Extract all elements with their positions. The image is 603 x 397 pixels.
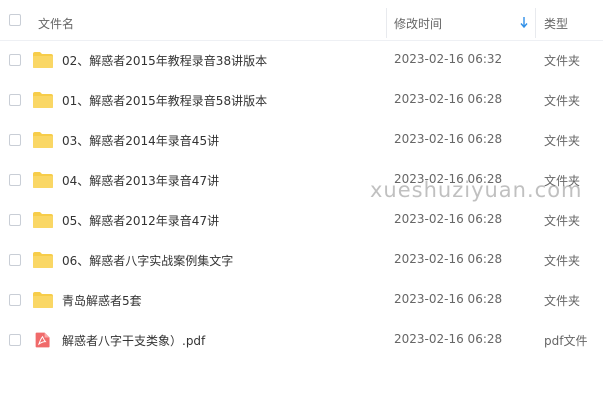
row-checkbox[interactable] — [9, 174, 21, 186]
column-header-type[interactable]: 类型 — [544, 15, 568, 32]
file-name[interactable]: 01、解惑者2015年教程录音58讲版本 — [62, 92, 267, 109]
file-type: 文件夹 — [544, 94, 581, 108]
file-row[interactable]: 青岛解惑者5套 2023-02-16 06:28 文件夹 — [0, 280, 603, 320]
list-header: 文件名 修改时间 类型 — [0, 0, 603, 41]
file-type: 文件夹 — [544, 294, 581, 308]
watermark-text: xueshuziyuan.com — [370, 178, 583, 202]
row-checkbox[interactable] — [9, 54, 21, 66]
row-checkbox[interactable] — [9, 94, 21, 106]
column-divider[interactable] — [535, 8, 536, 38]
modified-time: 2023-02-16 06:28 — [394, 132, 503, 146]
folder-icon — [33, 292, 53, 308]
file-row[interactable]: 03、解惑者2014年录音45讲 2023-02-16 06:28 文件夹 — [0, 120, 603, 160]
sort-descending-icon[interactable] — [519, 17, 529, 29]
modified-time: 2023-02-16 06:28 — [394, 292, 503, 306]
row-checkbox[interactable] — [9, 214, 21, 226]
file-name[interactable]: 02、解惑者2015年教程录音38讲版本 — [62, 52, 267, 69]
folder-icon — [33, 52, 53, 68]
file-name[interactable]: 解惑者八字干支类象）.pdf — [62, 332, 205, 349]
column-divider[interactable] — [386, 8, 387, 38]
file-name[interactable]: 05、解惑者2012年录音47讲 — [62, 212, 219, 229]
file-row[interactable]: 06、解惑者八字实战案例集文字 2023-02-16 06:28 文件夹 — [0, 240, 603, 280]
modified-time: 2023-02-16 06:32 — [394, 52, 503, 66]
folder-icon — [33, 92, 53, 108]
file-type: 文件夹 — [544, 254, 581, 268]
file-name[interactable]: 06、解惑者八字实战案例集文字 — [62, 252, 233, 269]
file-name[interactable]: 03、解惑者2014年录音45讲 — [62, 132, 219, 149]
row-checkbox[interactable] — [9, 334, 21, 346]
file-type: 文件夹 — [544, 134, 581, 148]
file-list-window: 文件名 修改时间 类型 02、解惑者2015年教程录音38讲版本 2023-02… — [0, 0, 603, 397]
file-row[interactable]: 02、解惑者2015年教程录音38讲版本 2023-02-16 06:32 文件… — [0, 40, 603, 80]
file-row[interactable]: 05、解惑者2012年录音47讲 2023-02-16 06:28 文件夹 — [0, 200, 603, 240]
column-header-modified-time[interactable]: 修改时间 — [394, 15, 442, 32]
folder-icon — [33, 252, 53, 268]
row-checkbox[interactable] — [9, 254, 21, 266]
pdf-icon — [35, 332, 50, 348]
folder-icon — [33, 132, 53, 148]
file-type: 文件夹 — [544, 214, 581, 228]
modified-time: 2023-02-16 06:28 — [394, 92, 503, 106]
file-name[interactable]: 青岛解惑者5套 — [62, 292, 142, 309]
file-type: pdf文件 — [544, 334, 588, 348]
file-type: 文件夹 — [544, 54, 581, 68]
file-name[interactable]: 04、解惑者2013年录音47讲 — [62, 172, 219, 189]
select-all-checkbox[interactable] — [9, 14, 21, 26]
folder-icon — [33, 212, 53, 228]
file-row[interactable]: 解惑者八字干支类象）.pdf 2023-02-16 06:28 pdf文件 — [0, 320, 603, 360]
modified-time: 2023-02-16 06:28 — [394, 252, 503, 266]
row-checkbox[interactable] — [9, 294, 21, 306]
row-checkbox[interactable] — [9, 134, 21, 146]
modified-time: 2023-02-16 06:28 — [394, 212, 503, 226]
modified-time: 2023-02-16 06:28 — [394, 332, 503, 346]
folder-icon — [33, 172, 53, 188]
column-header-name[interactable]: 文件名 — [38, 15, 74, 32]
file-row[interactable]: 01、解惑者2015年教程录音58讲版本 2023-02-16 06:28 文件… — [0, 80, 603, 120]
